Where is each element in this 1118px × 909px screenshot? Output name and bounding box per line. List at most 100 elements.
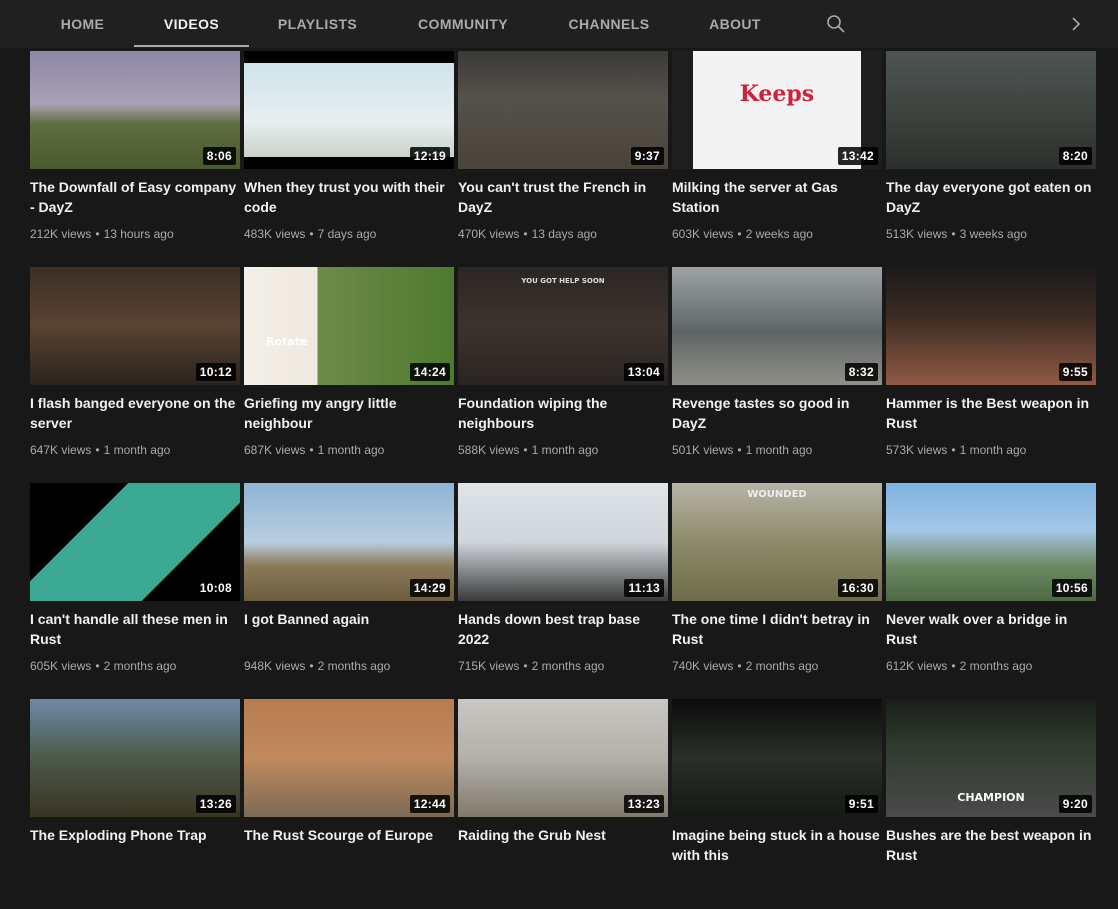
video-thumbnail[interactable]: 9:37 [458,51,668,169]
meta-separator: • [951,227,956,241]
video-card[interactable]: 10:12 I flash banged everyone on the serv… [30,267,240,477]
meta-separator: • [95,443,100,457]
video-card[interactable]: WOUNDED 16:30 The one time I didn't betray… [672,483,882,693]
video-card[interactable]: 13:26 The Exploding Phone Trap [30,699,240,909]
video-card[interactable]: 8:32 Revenge tastes so good in DayZ 501K v… [672,267,882,477]
duration-badge: 14:24 [409,363,450,381]
video-thumbnail[interactable]: 10:08 [30,483,240,601]
video-thumbnail[interactable]: WOUNDED 16:30 [672,483,882,601]
video-meta: 513K views • 3 weeks ago [886,226,1096,242]
video-thumbnail[interactable]: 8:32 [672,267,882,385]
video-card[interactable]: 12:19 When they trust you with their code… [244,51,454,261]
video-thumbnail[interactable]: CHAMPION 9:20 [886,699,1096,817]
view-count: 513K views [886,227,948,241]
duration-badge: 10:12 [195,363,236,381]
video-card[interactable]: CHAMPION 9:20 Bushes are the best weapon i… [886,699,1096,909]
thumbnail-text: Keeps [739,81,815,107]
video-thumbnail[interactable]: Keeps 13:42 [672,51,882,169]
video-title[interactable]: Foundation wiping the neighbours [458,393,668,433]
video-title[interactable]: The Downfall of Easy company - DayZ [30,177,240,217]
video-title[interactable]: Imagine being stuck in a house with this [672,825,882,865]
video-title[interactable]: Bushes are the best weapon in Rust [886,825,1096,865]
video-meta: 603K views • 2 weeks ago [672,226,882,242]
video-card[interactable]: 9:51 Imagine being stuck in a house with … [672,699,882,909]
meta-separator: • [95,227,100,241]
video-thumbnail[interactable]: 13:26 [30,699,240,817]
tab-community[interactable]: COMMUNITY [386,0,540,48]
meta-separator: • [523,227,528,241]
upload-age: 13 hours ago [103,227,174,241]
thumbnail-text: WOUNDED [747,489,807,500]
video-thumbnail[interactable]: 8:06 [30,51,240,169]
tab-videos[interactable]: VIDEOS [134,0,249,48]
video-title[interactable]: Never walk over a bridge in Rust [886,609,1096,649]
video-thumbnail[interactable]: 9:51 [672,699,882,817]
video-card[interactable]: Rotate 14:24 Griefing my angry little neig… [244,267,454,477]
video-meta: 647K views • 1 month ago [30,442,240,458]
tab-channels[interactable]: CHANNELS [540,0,678,48]
video-card[interactable]: 13:23 Raiding the Grub Nest [458,699,668,909]
video-title[interactable]: Revenge tastes so good in DayZ [672,393,882,433]
video-title[interactable]: Raiding the Grub Nest [458,825,668,845]
upload-age: 2 months ago [959,659,1033,673]
video-meta: 483K views • 7 days ago [244,226,454,242]
video-title[interactable]: The Exploding Phone Trap [30,825,240,845]
view-count: 603K views [672,227,734,241]
upload-age: 7 days ago [317,227,377,241]
upload-age: 1 month ago [103,443,171,457]
view-count: 212K views [30,227,92,241]
upload-age: 2 months ago [103,659,177,673]
tab-playlists[interactable]: PLAYLISTS [249,0,386,48]
video-title[interactable]: I can't handle all these men in Rust [30,609,240,649]
video-title[interactable]: Hands down best trap base 2022 [458,609,668,649]
tab-about[interactable]: ABOUT [678,0,792,48]
video-title[interactable]: When they trust you with their code [244,177,454,217]
duration-badge: 8:06 [202,147,236,165]
video-meta: 948K views • 2 months ago [244,658,454,674]
video-title[interactable]: The day everyone got eaten on DayZ [886,177,1096,217]
search-icon[interactable] [792,0,880,48]
video-card[interactable]: 9:55 Hammer is the Best weapon in Rust 573… [886,267,1096,477]
video-title[interactable]: The Rust Scourge of Europe [244,825,454,845]
video-card[interactable]: 9:37 You can't trust the French in DayZ 47… [458,51,668,261]
video-card[interactable]: 12:44 The Rust Scourge of Europe [244,699,454,909]
video-title[interactable]: I got Banned again [244,609,454,629]
video-card[interactable]: 14:29 I got Banned again 948K views • 2 mont… [244,483,454,693]
duration-badge: 12:44 [409,795,450,813]
video-thumbnail[interactable]: 10:12 [30,267,240,385]
video-thumbnail[interactable]: YOU GOT HELP SOON 13:04 [458,267,668,385]
video-thumbnail[interactable]: 13:23 [458,699,668,817]
video-card[interactable]: 11:13 Hands down best trap base 2022 715K … [458,483,668,693]
video-title[interactable]: Milking the server at Gas Station [672,177,882,217]
video-title[interactable]: Griefing my angry little neighbour [244,393,454,433]
video-title[interactable]: Hammer is the Best weapon in Rust [886,393,1096,433]
video-card[interactable]: 8:20 The day everyone got eaten on DayZ 51… [886,51,1096,261]
duration-badge: 9:51 [844,795,878,813]
upload-age: 1 month ago [959,443,1027,457]
video-meta: 612K views • 2 months ago [886,658,1096,674]
video-thumbnail[interactable]: 11:13 [458,483,668,601]
view-count: 647K views [30,443,92,457]
video-thumbnail[interactable]: 10:56 [886,483,1096,601]
video-thumbnail[interactable]: 14:29 [244,483,454,601]
view-count: 948K views [244,659,306,673]
video-title[interactable]: You can't trust the French in DayZ [458,177,668,217]
video-thumbnail[interactable]: 9:55 [886,267,1096,385]
video-thumbnail[interactable]: 12:19 [244,51,454,169]
tab-home[interactable]: HOME [31,0,134,48]
video-card[interactable]: Keeps 13:42 Milking the server at Gas Stat… [672,51,882,261]
video-card[interactable]: 8:06 The Downfall of Easy company - DayZ 2… [30,51,240,261]
duration-badge: 9:20 [1058,795,1092,813]
video-meta: 573K views • 1 month ago [886,442,1096,458]
video-card[interactable]: 10:56 Never walk over a bridge in Rust 612… [886,483,1096,693]
video-thumbnail[interactable]: 8:20 [886,51,1096,169]
video-thumbnail[interactable]: Rotate 14:24 [244,267,454,385]
video-thumbnail[interactable]: 12:44 [244,699,454,817]
video-card[interactable]: YOU GOT HELP SOON 13:04 Foundation wiping … [458,267,668,477]
video-card[interactable]: 10:08 I can't handle all these men in Rus… [30,483,240,693]
video-meta: 605K views • 2 months ago [30,658,240,674]
upload-age: 1 month ago [531,443,599,457]
video-title[interactable]: The one time I didn't betray in Rust [672,609,882,649]
video-title[interactable]: I flash banged everyone on the server [30,393,240,433]
chevron-right-icon[interactable] [1064,12,1088,36]
